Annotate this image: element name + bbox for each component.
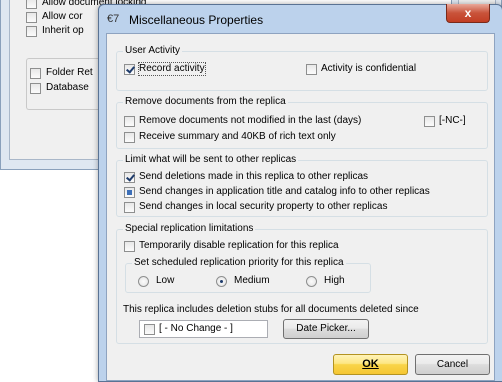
- group-legend: Remove documents from the replica: [123, 96, 288, 107]
- group-legend: Set scheduled replication priority for t…: [132, 257, 346, 268]
- group-legend: User Activity: [123, 45, 183, 56]
- checkbox[interactable]: [424, 116, 435, 127]
- checkbox[interactable]: [144, 324, 155, 335]
- group-priority: Set scheduled replication priority for t…: [125, 257, 371, 293]
- checkbox[interactable]: [26, 0, 37, 9]
- group-limit-sent: Limit what will be sent to other replica…: [116, 154, 488, 217]
- checkbox[interactable]: [26, 26, 37, 37]
- cancel-label: Cancel: [436, 359, 469, 370]
- app-icon: €7: [107, 13, 120, 25]
- checkbox[interactable]: [124, 64, 135, 75]
- checkbox[interactable]: [124, 116, 135, 127]
- checkbox[interactable]: [124, 202, 135, 213]
- radio[interactable]: [216, 276, 227, 287]
- group-user-activity: User Activity Record activity Activity i…: [116, 45, 488, 91]
- ok-label: OK: [362, 358, 379, 370]
- close-button[interactable]: x: [446, 4, 490, 23]
- radio[interactable]: [138, 276, 149, 287]
- checkbox[interactable]: [26, 12, 37, 23]
- close-icon: x: [464, 6, 472, 20]
- date-picker-button[interactable]: Date Picker...: [283, 319, 369, 339]
- no-change-date-field[interactable]: [ - No Change - ]: [139, 320, 268, 338]
- cancel-button[interactable]: Cancel: [415, 354, 490, 375]
- deletion-stubs-label: This replica includes deletion stubs for…: [123, 304, 419, 315]
- date-picker-label: Date Picker...: [296, 323, 356, 334]
- checkbox[interactable]: [124, 132, 135, 143]
- dialog-title: Miscellaneous Properties: [129, 13, 264, 27]
- dialog-body: User Activity Record activity Activity i…: [106, 33, 495, 381]
- checkbox[interactable]: [30, 83, 41, 94]
- group-special-replication: Special replication limitations Temporar…: [116, 223, 488, 344]
- group-remove-documents: Remove documents from the replica Remove…: [116, 96, 488, 149]
- checkbox[interactable]: [124, 172, 135, 183]
- title-bar[interactable]: €7 Miscellaneous Properties x: [99, 4, 502, 33]
- checkbox[interactable]: [306, 64, 317, 75]
- checkbox[interactable]: [30, 68, 41, 79]
- checkbox[interactable]: [124, 187, 135, 198]
- group-legend: Limit what will be sent to other replica…: [123, 154, 299, 165]
- ok-button[interactable]: OK: [333, 354, 408, 375]
- deletion-stubs-text: This replica includes deletion stubs for…: [123, 304, 419, 317]
- radio[interactable]: [306, 276, 317, 287]
- group-legend: Special replication limitations: [123, 223, 256, 234]
- misc-properties-dialog: €7 Miscellaneous Properties x User Activ…: [98, 4, 502, 382]
- checkbox[interactable]: [124, 241, 135, 252]
